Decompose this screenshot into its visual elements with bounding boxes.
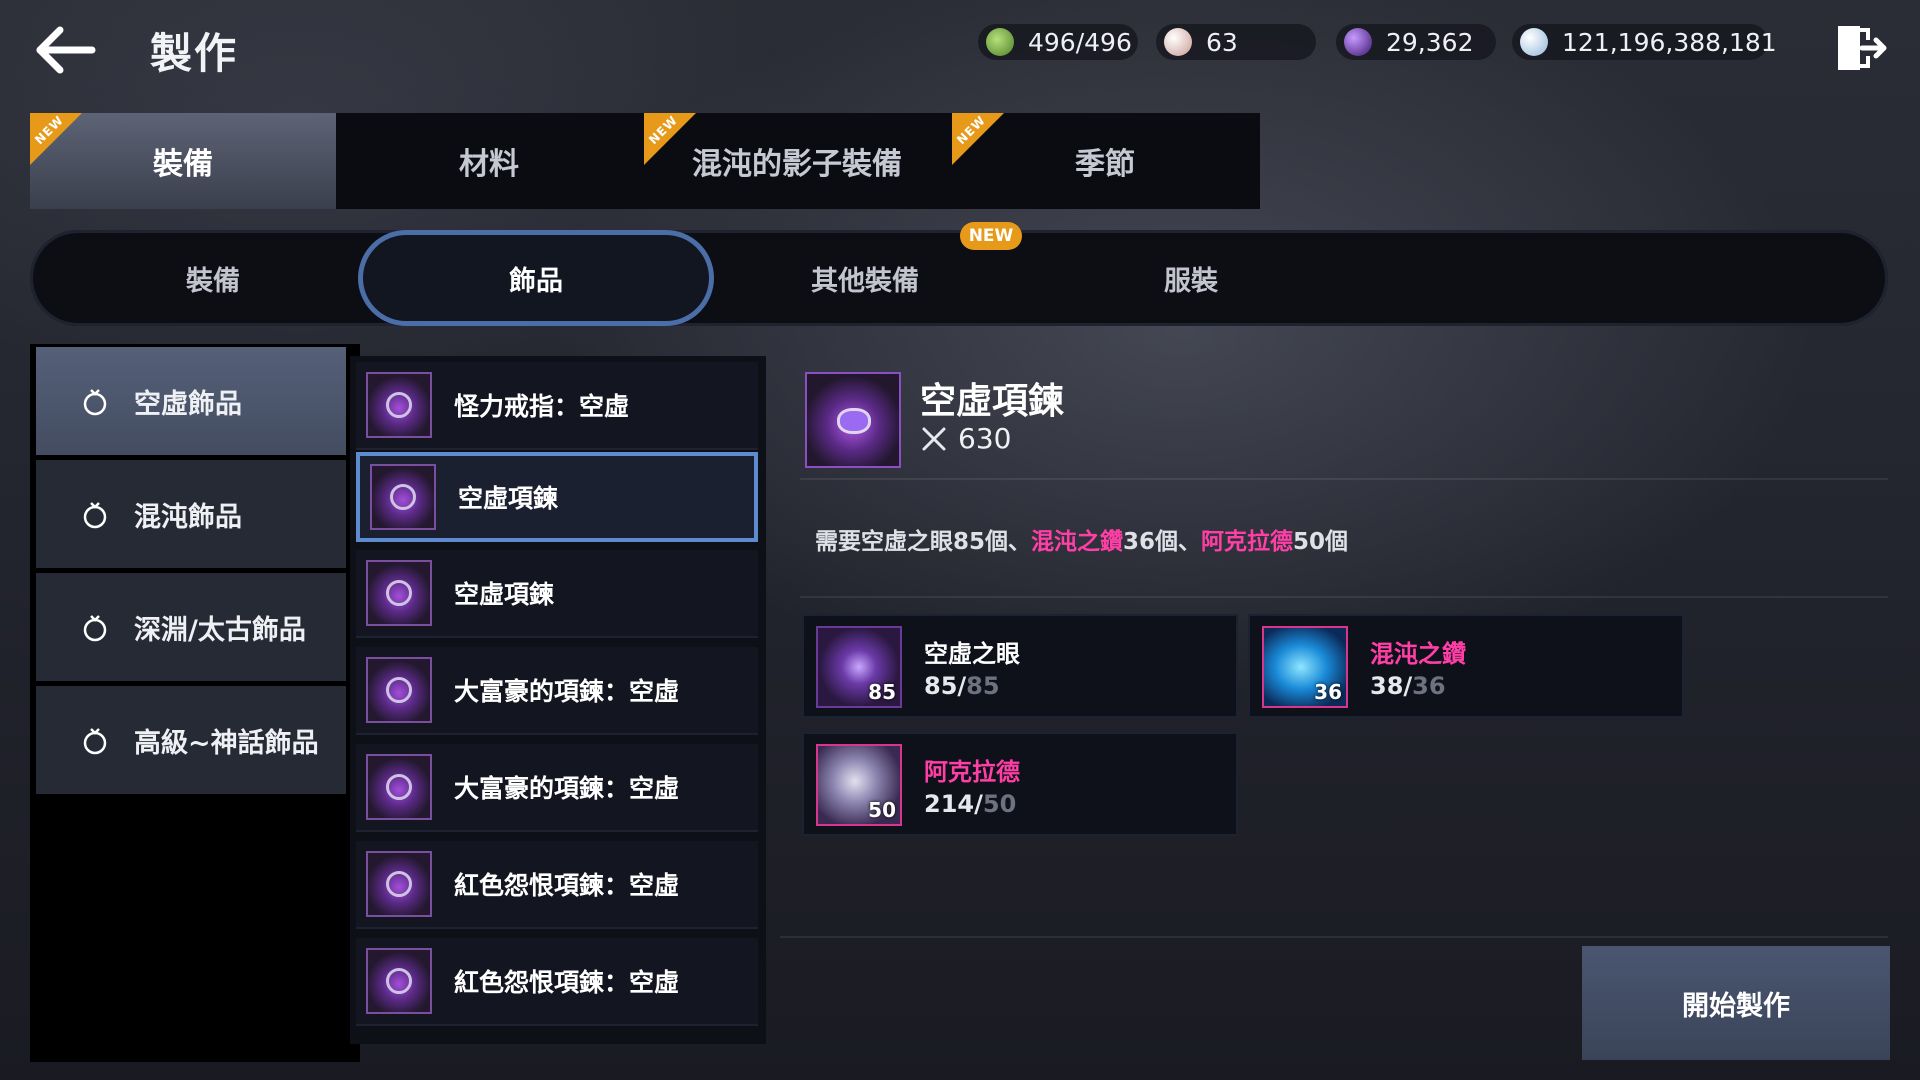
new-corner-badge: NEW [30, 113, 82, 165]
item-name: 大富豪的項鍊：空虛 [454, 774, 680, 803]
stamina-icon [986, 28, 1014, 56]
page-title: 製作 [150, 29, 239, 78]
ring-item-icon [366, 372, 432, 438]
ring-icon [83, 615, 107, 642]
category-advanced-mythic-accessories[interactable]: 高級~神話飾品 [36, 686, 346, 794]
currency-value: 121,196,388,181 [1562, 27, 1777, 57]
new-corner-badge: NEW [644, 113, 696, 165]
new-corner-badge: NEW [952, 113, 1004, 165]
subtab-label: 服裝 [1164, 265, 1218, 297]
item-name: 空虛項鍊 [454, 580, 555, 609]
new-badge: NEW [960, 222, 1022, 250]
material-void-eye[interactable]: 85 空虛之眼 85/85 [802, 614, 1238, 718]
category-void-accessories[interactable]: 空虛飾品 [36, 347, 346, 455]
currency-value: 29,362 [1386, 27, 1474, 57]
list-item-selected[interactable]: 空虛項鍊 [356, 452, 758, 542]
ring-icon [83, 502, 107, 529]
material-chaos-diamond[interactable]: 36 混沌之鑽 38/36 [1248, 614, 1684, 718]
list-item[interactable]: 大富豪的項鍊：空虛 [356, 744, 758, 832]
akrad-crystal-icon: 50 [816, 744, 902, 826]
silver-coin-icon [1520, 28, 1548, 56]
subtab-accessories[interactable]: 飾品 [358, 230, 714, 326]
material-qty-badge: 50 [868, 798, 896, 822]
subtab-label: 飾品 [509, 265, 563, 297]
chaos-diamond-icon: 36 [1262, 626, 1348, 708]
subtab-costume[interactable]: 服裝 [1028, 230, 1354, 326]
necklace-item-icon [370, 464, 436, 530]
ring-icon [83, 389, 107, 416]
selected-item-icon [805, 372, 901, 468]
tab-materials[interactable]: 材料 [336, 113, 642, 209]
necklace-item-icon [366, 851, 432, 917]
tab-label: 季節 [1075, 147, 1135, 182]
tab-label: 混沌的影子裝備 [692, 147, 902, 182]
combat-power-value: 630 [958, 422, 1012, 455]
currency-value: 496/496 [1028, 27, 1132, 57]
currency-dark-orb: 29,362 [1336, 24, 1496, 60]
list-item[interactable]: 怪力戒指：空虛 [356, 362, 758, 450]
category-label: 混沌飾品 [134, 501, 242, 533]
void-eye-icon: 85 [816, 626, 902, 708]
material-name: 混沌之鑽 [1370, 640, 1466, 668]
item-name: 大富豪的項鍊：空虛 [454, 677, 680, 706]
requirement-text: 需要空虛之眼85個、混沌之鑽36個、阿克拉德50個 [815, 529, 1349, 555]
back-arrow-icon [36, 26, 96, 74]
divider [780, 936, 1888, 938]
material-qty-badge: 85 [868, 680, 896, 704]
currency-stamina: 496/496 [978, 24, 1138, 60]
list-item[interactable]: 空虛項鍊 [356, 550, 758, 638]
material-count: 38/36 [1370, 672, 1446, 700]
category-abyss-ancient-accessories[interactable]: 深淵/太古飾品 [36, 573, 346, 681]
category-label: 深淵/太古飾品 [134, 614, 306, 646]
material-name: 阿克拉德 [924, 758, 1020, 786]
currency-silver: 121,196,388,181 [1512, 24, 1777, 60]
list-item[interactable]: 大富豪的項鍊：空虛 [356, 647, 758, 735]
item-name: 紅色怨恨項鍊：空虛 [454, 871, 680, 900]
necklace-item-icon [366, 754, 432, 820]
material-akrad[interactable]: 50 阿克拉德 214/50 [802, 732, 1238, 836]
currency-value: 63 [1206, 27, 1238, 57]
list-item[interactable]: 紅色怨恨項鍊：空虛 [356, 841, 758, 929]
necklace-item-icon [366, 560, 432, 626]
category-label: 空虛飾品 [134, 388, 242, 420]
necklace-item-icon [366, 657, 432, 723]
material-count: 85/85 [924, 672, 1000, 700]
divider [800, 478, 1888, 480]
currency-pearl: 63 [1156, 24, 1316, 60]
divider [800, 596, 1888, 598]
exit-door-icon [1838, 26, 1887, 70]
necklace-item-icon [366, 948, 432, 1014]
category-chaos-accessories[interactable]: 混沌飾品 [36, 460, 346, 568]
material-qty-badge: 36 [1314, 680, 1342, 704]
item-name: 怪力戒指：空虛 [454, 392, 630, 421]
tab-label: 材料 [459, 147, 519, 182]
item-name: 紅色怨恨項鍊：空虛 [454, 968, 680, 997]
category-label: 高級~神話飾品 [134, 727, 319, 759]
ring-icon [83, 728, 107, 755]
subtab-equipment[interactable]: 裝備 [50, 230, 376, 326]
item-name: 空虛項鍊 [458, 484, 559, 513]
pearl-icon [1164, 28, 1192, 56]
tab-label: 裝備 [153, 147, 213, 182]
crossed-swords-icon [922, 427, 946, 451]
subtab-label: 裝備 [186, 265, 240, 297]
back-button[interactable] [30, 22, 100, 78]
material-count: 214/50 [924, 790, 1017, 818]
selected-item-name: 空虛項鍊 [920, 381, 1065, 422]
list-item[interactable]: 紅色怨恨項鍊：空虛 [356, 938, 758, 1026]
material-name: 空虛之眼 [924, 640, 1020, 668]
dark-orb-icon [1344, 28, 1372, 56]
start-crafting-button[interactable]: 開始製作 [1582, 946, 1890, 1060]
exit-button[interactable] [1832, 20, 1888, 76]
subtab-label: 其他裝備 [811, 265, 919, 297]
